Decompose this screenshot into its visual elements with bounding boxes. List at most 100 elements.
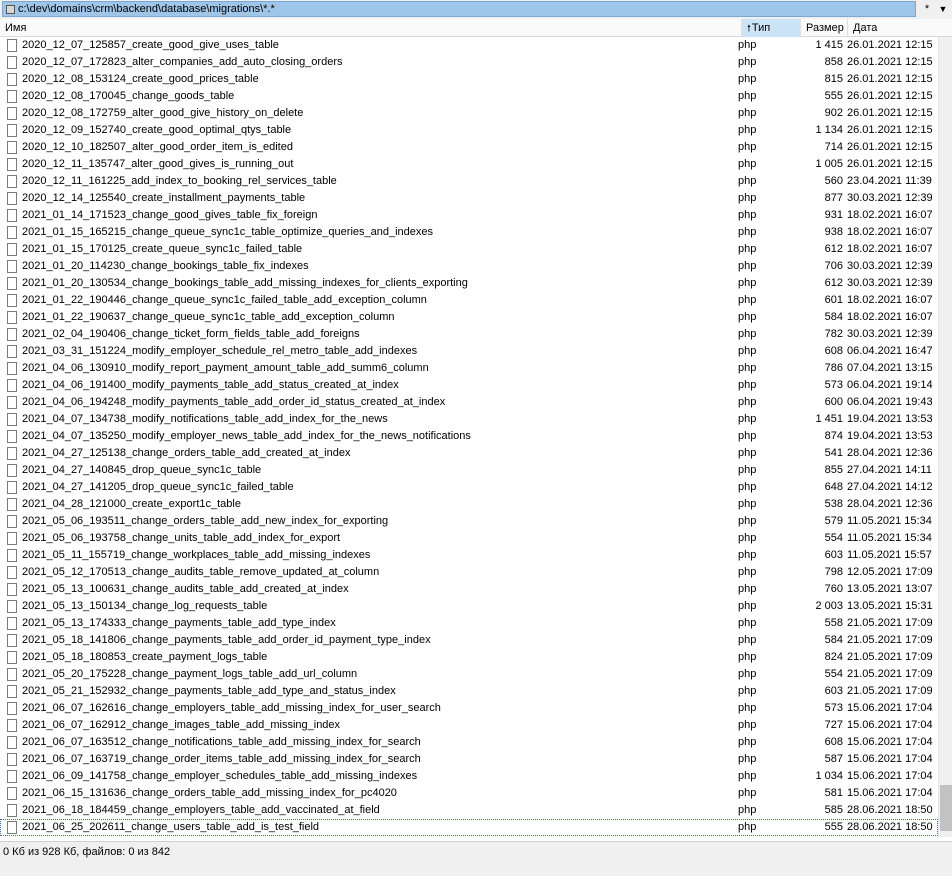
file-name: 2021_01_22_190446_change_queue_sync1c_fa… [22, 294, 427, 306]
file-row[interactable]: 2021_04_28_121000_create_export1c_table p… [0, 496, 938, 513]
file-row[interactable]: 2021_04_07_135250_modify_employer_news_t… [0, 428, 938, 445]
file-type: php [738, 498, 757, 510]
file-row[interactable]: 2021_01_22_190637_change_queue_sync1c_ta… [0, 309, 938, 326]
file-type: php [738, 566, 757, 578]
file-list: 2020_12_07_125857_create_good_give_uses_… [0, 37, 938, 837]
file-row[interactable]: 2021_01_20_130534_change_bookings_table_… [0, 275, 938, 292]
file-row[interactable]: 2021_06_18_184459_change_employers_table… [0, 802, 938, 819]
file-date: 15.06.2021 17:04 [847, 736, 933, 748]
file-icon [7, 787, 17, 800]
file-type: php [738, 617, 757, 629]
file-row[interactable]: 2021_06_09_141758_change_employer_schedu… [0, 768, 938, 785]
file-name: 2021_06_07_163719_change_order_items_tab… [22, 753, 421, 765]
file-date: 23.04.2021 11:39 [847, 175, 932, 187]
file-size: 855 [824, 464, 843, 476]
file-row[interactable]: 2021_01_14_171523_change_good_gives_tabl… [0, 207, 938, 224]
file-row[interactable]: 2021_01_20_114230_change_bookings_table_… [0, 258, 938, 275]
column-header-date[interactable]: Дата [848, 19, 952, 37]
file-type: php [738, 107, 757, 119]
file-row[interactable]: 2020_12_08_172759_alter_good_give_histor… [0, 105, 938, 122]
file-type: php [738, 90, 757, 102]
file-row[interactable]: 2021_06_25_202611_change_users_table_add… [0, 819, 938, 836]
file-icon [7, 447, 17, 460]
file-icon [7, 481, 17, 494]
file-row[interactable]: 2021_05_12_170513_change_audits_table_re… [0, 564, 938, 581]
file-date: 30.03.2021 12:39 [847, 328, 933, 340]
file-name: 2021_05_21_152932_change_payments_table_… [22, 685, 396, 697]
file-name: 2021_06_07_163512_change_notifications_t… [22, 736, 421, 748]
file-name: 2021_05_13_150134_change_log_requests_ta… [22, 600, 268, 612]
file-row[interactable]: 2021_06_07_162912_change_images_table_ad… [0, 717, 938, 734]
file-icon [7, 396, 17, 409]
file-icon [7, 311, 17, 324]
file-row[interactable]: 2021_01_22_190446_change_queue_sync1c_fa… [0, 292, 938, 309]
file-name: 2021_05_13_174333_change_payments_table_… [22, 617, 336, 629]
file-row[interactable]: 2021_06_07_163512_change_notifications_t… [0, 734, 938, 751]
file-row[interactable]: 2021_05_13_150134_change_log_requests_ta… [0, 598, 938, 615]
file-row[interactable]: 2020_12_10_182507_alter_good_order_item_… [0, 139, 938, 156]
file-row[interactable]: 2020_12_07_125857_create_good_give_uses_… [0, 37, 938, 54]
file-row[interactable]: 2021_04_06_191400_modify_payments_table_… [0, 377, 938, 394]
file-row[interactable]: 2020_12_08_153124_create_good_prices_tab… [0, 71, 938, 88]
file-type: php [738, 583, 757, 595]
filter-button[interactable]: * [920, 2, 934, 16]
file-row[interactable]: 2021_04_27_125138_change_orders_table_ad… [0, 445, 938, 462]
file-row[interactable]: 2020_12_11_135747_alter_good_gives_is_ru… [0, 156, 938, 173]
file-size: 555 [824, 90, 843, 102]
file-row[interactable]: 2021_04_06_194248_modify_payments_table_… [0, 394, 938, 411]
file-row[interactable]: 2021_05_06_193511_change_orders_table_ad… [0, 513, 938, 530]
file-date: 26.01.2021 12:15 [847, 73, 933, 85]
chevron-down-icon[interactable]: ▼ [936, 2, 950, 16]
file-row[interactable]: 2021_04_06_130910_modify_report_payment_… [0, 360, 938, 377]
file-row[interactable]: 2021_05_13_174333_change_payments_table_… [0, 615, 938, 632]
file-name: 2021_06_25_202611_change_users_table_add… [22, 821, 320, 833]
file-row[interactable]: 2020_12_14_125540_create_installment_pay… [0, 190, 938, 207]
file-date: 18.02.2021 16:07 [847, 209, 933, 221]
file-date: 13.05.2021 15:31 [847, 600, 933, 612]
file-name: 2021_01_15_170125_create_queue_sync1c_fa… [22, 243, 303, 255]
file-type: php [738, 651, 757, 663]
file-row[interactable]: 2021_05_11_155719_change_workplaces_tabl… [0, 547, 938, 564]
file-type: php [738, 549, 757, 561]
path-field[interactable]: c:\dev\domains\crm\backend\database\migr… [2, 1, 916, 17]
file-row[interactable]: 2021_02_04_190406_change_ticket_form_fie… [0, 326, 938, 343]
file-row[interactable]: 2021_05_18_141806_change_payments_table_… [0, 632, 938, 649]
file-name: 2021_05_06_193758_change_units_table_add… [22, 532, 341, 544]
file-row[interactable]: 2021_01_15_170125_create_queue_sync1c_fa… [0, 241, 938, 258]
vertical-scrollbar[interactable] [938, 37, 952, 837]
column-header-type-label: Тип [751, 22, 771, 34]
file-row[interactable]: 2021_06_07_163719_change_order_items_tab… [0, 751, 938, 768]
file-row[interactable]: 2021_04_27_140845_drop_queue_sync1c_tabl… [0, 462, 938, 479]
file-row[interactable]: 2021_03_31_151224_modify_employer_schedu… [0, 343, 938, 360]
file-row[interactable]: 2021_05_21_152932_change_payments_table_… [0, 683, 938, 700]
file-icon [7, 736, 17, 749]
file-row[interactable]: 2021_05_18_180853_create_payment_logs_ta… [0, 649, 938, 666]
file-row[interactable]: 2021_04_27_141205_drop_queue_sync1c_fail… [0, 479, 938, 496]
file-row[interactable]: 2021_06_07_162616_change_employers_table… [0, 700, 938, 717]
file-row[interactable]: 2021_05_06_193758_change_units_table_add… [0, 530, 938, 547]
file-row[interactable]: 2021_05_13_100631_change_audits_table_ad… [0, 581, 938, 598]
file-size: 760 [824, 583, 843, 595]
file-icon [7, 413, 17, 426]
file-row[interactable]: 2020_12_09_152740_create_good_optimal_qt… [0, 122, 938, 139]
file-size: 554 [824, 668, 843, 680]
file-type: php [738, 294, 757, 306]
file-size: 560 [824, 175, 843, 187]
column-header-name[interactable]: Имя [0, 19, 742, 37]
file-name: 2021_01_20_114230_change_bookings_table_… [22, 260, 309, 272]
file-size: 573 [824, 379, 843, 391]
file-row[interactable]: 2020_12_11_161225_add_index_to_booking_r… [0, 173, 938, 190]
file-size: 815 [824, 73, 843, 85]
column-header-type[interactable]: 🠕Тип [742, 19, 801, 37]
file-row[interactable]: 2020_12_07_172823_alter_companies_add_au… [0, 54, 938, 71]
file-row[interactable]: 2021_06_15_131636_change_orders_table_ad… [0, 785, 938, 802]
column-header-size[interactable]: Размер [801, 19, 848, 37]
scrollbar-thumb[interactable] [940, 785, 952, 831]
file-type: php [738, 158, 757, 170]
file-row[interactable]: 2020_12_08_170045_change_goods_table php 5… [0, 88, 938, 105]
file-type: php [738, 379, 757, 391]
file-row[interactable]: 2021_04_07_134738_modify_notifications_t… [0, 411, 938, 428]
file-type: php [738, 311, 757, 323]
file-row[interactable]: 2021_05_20_175228_change_payment_logs_ta… [0, 666, 938, 683]
file-row[interactable]: 2021_01_15_165215_change_queue_sync1c_ta… [0, 224, 938, 241]
